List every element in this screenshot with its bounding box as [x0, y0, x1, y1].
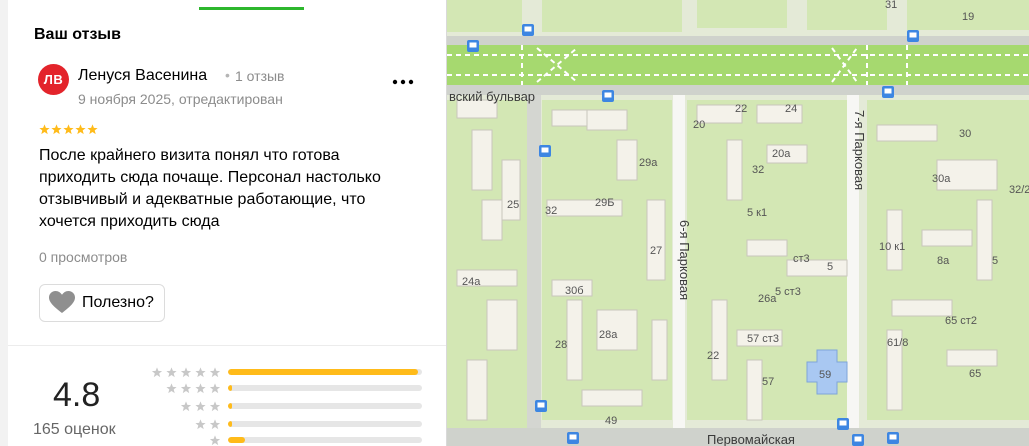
rating-bar-fill	[228, 437, 246, 443]
house-number-label: 30	[959, 128, 971, 140]
house-number-label: 5	[992, 255, 998, 267]
more-dots-icon	[392, 79, 414, 85]
star-icon	[75, 124, 86, 135]
boulevard-road-top	[447, 36, 1029, 45]
rating-bar-fill	[228, 403, 232, 409]
helpful-label: Полезно?	[82, 294, 154, 311]
house-number-label: 31	[885, 0, 897, 11]
house-number-label: 8а	[937, 255, 950, 267]
house-number-label: 22	[735, 103, 747, 115]
house-number-label: 24	[785, 103, 797, 115]
star-icon	[51, 124, 62, 135]
house-number-label: 57 ст3	[747, 333, 779, 345]
review-date: 9 ноября 2025, отредактирован	[78, 91, 283, 107]
star-icon	[87, 124, 98, 135]
rating-bar-track	[228, 421, 422, 427]
street-label-park7: 7-я Парковая	[852, 110, 867, 190]
house-number-label: 49	[605, 415, 617, 427]
helpful-button[interactable]: Полезно?	[39, 284, 165, 322]
active-tab-indicator	[199, 7, 304, 10]
house-number-label: 30б	[565, 285, 584, 297]
house-number-label: 28а	[599, 329, 618, 341]
author-review-count: 1 отзыв	[235, 68, 285, 84]
house-number-label: 65 ст2	[945, 315, 977, 327]
rating-distribution-row	[146, 417, 422, 431]
street-label-boulevard: вский бульвар	[449, 89, 535, 104]
house-number-label: 27	[650, 245, 662, 257]
author-name[interactable]: Ленуся Васенина	[78, 67, 207, 85]
separator-dot: •	[225, 67, 230, 83]
star-row-icon	[209, 434, 221, 445]
house-number-label: 65	[969, 368, 981, 380]
house-number-label: 28	[555, 339, 567, 351]
house-number-label: 30а	[932, 173, 951, 185]
more-options-button[interactable]	[388, 70, 418, 94]
map-canvas[interactable]: вский бульвар 6-я Парковая 7-я Парковая …	[447, 0, 1029, 446]
star-row-icon	[151, 366, 221, 377]
rating-bar-fill	[228, 421, 232, 427]
avatar[interactable]: ЛВ	[38, 64, 69, 95]
house-number-label: 5 к1	[747, 207, 767, 219]
star-row-icon	[166, 382, 221, 393]
house-number-label: 20а	[772, 148, 791, 160]
review-panel: Ваш отзыв ЛВ Ленуся Васенина • 1 отзыв 9…	[0, 0, 447, 446]
house-number-label: 32/2	[1009, 184, 1029, 196]
star-row-icon	[180, 400, 221, 411]
street-label-pervomayskaya: Первомайская	[707, 432, 795, 446]
rating-bar-track	[228, 369, 422, 375]
boulevard-green	[447, 45, 1029, 85]
house-number-label: 24а	[462, 276, 481, 288]
house-number-label: 29а	[639, 157, 658, 169]
house-number-label: 20	[693, 119, 705, 131]
view-count: 0 просмотров	[39, 249, 128, 265]
house-number-label: 19	[962, 11, 974, 23]
rating-bar-track	[228, 385, 422, 391]
house-number-label: 29Б	[595, 197, 614, 209]
street-label-park6: 6-я Парковая	[677, 220, 692, 300]
star-icon	[63, 124, 74, 135]
house-number-label: 59	[819, 369, 831, 381]
heart-icon	[49, 291, 75, 313]
rating-count[interactable]: 165 оценок	[33, 421, 116, 439]
rating-bar-fill	[228, 385, 232, 391]
star-icon	[39, 124, 50, 135]
house-number-label: 32	[752, 164, 764, 176]
average-rating: 4.8	[53, 376, 101, 414]
street-vertical-left	[527, 95, 541, 435]
house-number-label: ст3	[793, 253, 810, 265]
rating-distribution-row	[146, 381, 422, 395]
house-number-label: 32	[545, 205, 557, 217]
rating-bar-track	[228, 403, 422, 409]
review-star-rating	[39, 124, 98, 135]
house-number-label: 5 ст3	[775, 286, 801, 298]
rating-distribution-row	[146, 365, 422, 379]
review-text: После крайнего визита понял что готова п…	[39, 147, 381, 230]
panel-title: Ваш отзыв	[34, 26, 121, 43]
rating-bar-fill	[228, 369, 419, 375]
house-number-label: 5	[827, 261, 833, 273]
house-number-label: 22	[707, 350, 719, 362]
map-view[interactable]: вский бульвар 6-я Парковая 7-я Парковая …	[447, 0, 1029, 446]
house-number-label: 61/8	[887, 337, 908, 349]
house-number-label: 25	[507, 199, 519, 211]
house-number-label: 57	[762, 376, 774, 388]
house-number-label: 26а	[758, 293, 777, 305]
rating-distribution-row	[146, 433, 422, 446]
rating-bar-track	[228, 437, 422, 443]
house-number-label: 10 к1	[879, 241, 905, 253]
rating-distribution-row	[146, 399, 422, 413]
star-row-icon	[195, 418, 221, 429]
